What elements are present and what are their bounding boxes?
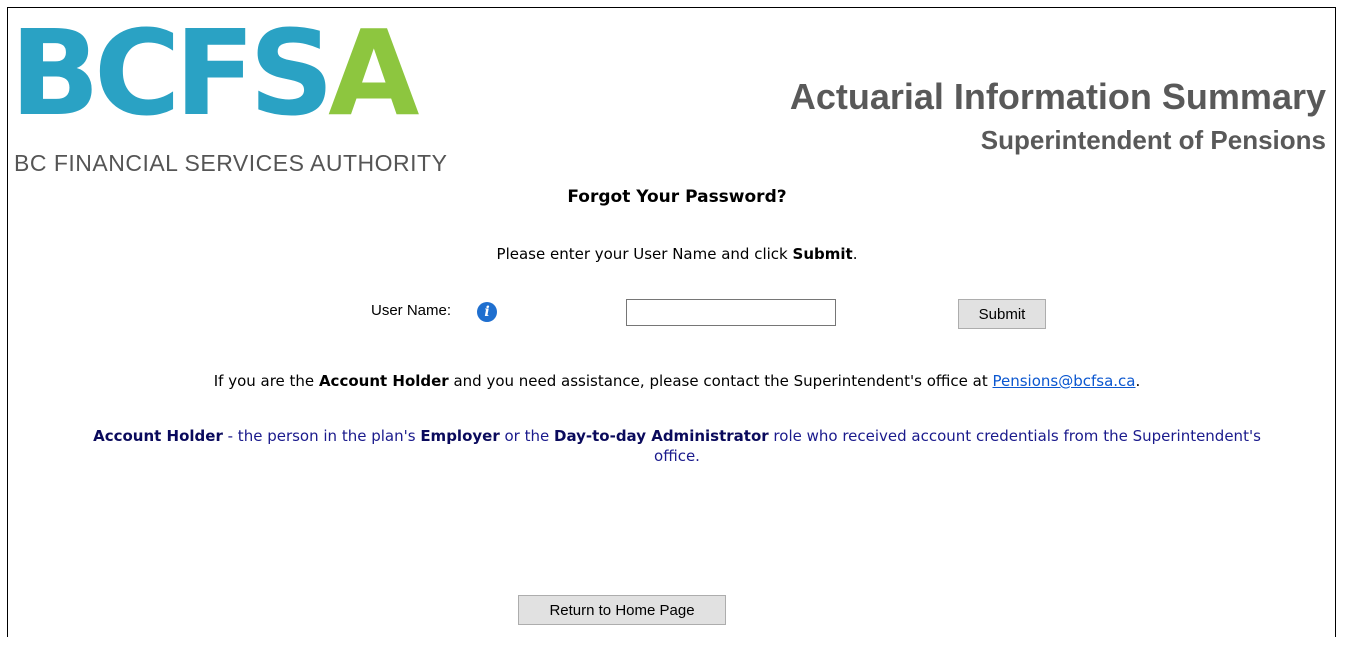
- logo-subtitle: BC FINANCIAL SERVICES AUTHORITY: [14, 150, 448, 176]
- email-link[interactable]: Pensions@bcfsa.ca: [993, 372, 1136, 390]
- assistance-text: If you are the Account Holder and you ne…: [213, 372, 1141, 390]
- bcfsa-logo: BCFSA: [10, 4, 419, 142]
- instruction-submit-emphasis: Submit: [792, 245, 853, 263]
- page-title: Forgot Your Password?: [567, 187, 787, 207]
- return-home-button[interactable]: Return to Home Page: [518, 595, 726, 625]
- app-subtitle: Superintendent of Pensions: [980, 125, 1326, 155]
- instruction-text: Please enter your User Name and click Su…: [496, 245, 858, 263]
- user-name-label: User Name:: [371, 302, 452, 319]
- submit-button[interactable]: Submit: [958, 299, 1046, 329]
- user-name-input[interactable]: [626, 299, 836, 326]
- app-title: Actuarial Information Summary: [789, 76, 1326, 117]
- account-holder-definition: Account Holder - the person in the plan'…: [93, 427, 1261, 465]
- info-icon[interactable]: i: [477, 302, 497, 322]
